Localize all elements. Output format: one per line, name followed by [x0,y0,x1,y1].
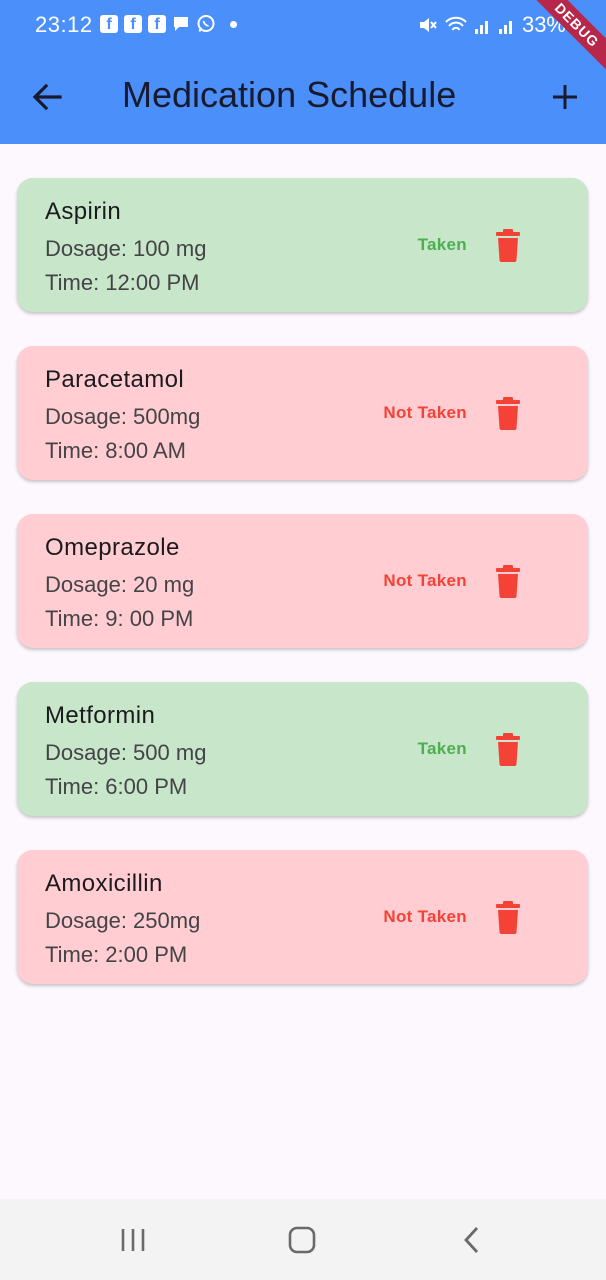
status-time: 23:12 [35,12,93,37]
medication-card[interactable]: Omeprazole Dosage: 20 mg Time: 9: 00 PM … [17,514,588,648]
home-icon[interactable] [287,1226,317,1254]
medication-name: Paracetamol [45,366,185,393]
trash-icon[interactable] [495,228,521,262]
mute-icon [419,18,437,32]
status-bar: 23:12 f f f 33% [0,0,606,48]
page-title: Medication Schedule [122,74,457,115]
medication-dosage: Dosage: 100 mg [45,236,207,261]
facebook-icon: f [100,15,118,33]
back-icon[interactable] [462,1226,482,1254]
facebook-icon: f [148,15,166,33]
medication-card[interactable]: Aspirin Dosage: 100 mg Time: 12:00 PM Ta… [17,178,588,312]
trash-icon[interactable] [495,564,521,598]
dot-icon [230,20,237,28]
taken-status[interactable]: Not Taken [383,907,467,927]
medication-name: Amoxicillin [45,870,163,897]
plus-icon[interactable] [550,82,580,112]
message-icon [174,17,188,31]
medication-dosage: Dosage: 500mg [45,404,201,429]
trash-icon[interactable] [495,732,521,766]
taken-status[interactable]: Not Taken [383,571,467,591]
medication-name: Metformin [45,702,156,729]
system-nav-bar [0,1199,606,1280]
medication-dosage: Dosage: 500 mg [45,740,207,765]
medication-dosage: Dosage: 20 mg [45,572,195,597]
taken-status[interactable]: Not Taken [383,403,467,423]
medication-name: Aspirin [45,198,122,225]
trash-icon[interactable] [495,900,521,934]
notification-icons: f f f [100,14,237,34]
medication-card[interactable]: Paracetamol Dosage: 500mg Time: 8:00 AM … [17,346,588,480]
medication-name: Omeprazole [45,534,180,561]
medication-time: Time: 6:00 PM [45,774,188,799]
medication-time: Time: 8:00 AM [45,438,187,463]
taken-status[interactable]: Taken [418,739,467,759]
taken-status[interactable]: Taken [418,235,467,255]
medication-card[interactable]: Metformin Dosage: 500 mg Time: 6:00 PM T… [17,682,588,816]
medication-time: Time: 9: 00 PM [45,606,194,631]
medication-dosage: Dosage: 250mg [45,908,201,933]
trash-icon[interactable] [495,396,521,430]
wifi-icon [445,16,467,31]
whatsapp-icon [197,15,215,32]
system-icons: 33% [418,12,566,38]
signal-icon [474,21,488,34]
medication-list: Aspirin Dosage: 100 mg Time: 12:00 PM Ta… [17,178,588,1018]
facebook-icon: f [124,15,142,33]
medication-card[interactable]: Amoxicillin Dosage: 250mg Time: 2:00 PM … [17,850,588,984]
medication-time: Time: 2:00 PM [45,942,188,967]
app-screen: 23:12 f f f 33% DEBUG Medication Schedul… [0,0,606,1280]
medication-time: Time: 12:00 PM [45,270,200,295]
signal-icon [498,21,512,34]
app-bar: 23:12 f f f 33% DEBUG Medication Schedul… [0,0,606,144]
recents-icon[interactable] [120,1227,146,1253]
arrow-left-icon[interactable] [30,80,64,114]
